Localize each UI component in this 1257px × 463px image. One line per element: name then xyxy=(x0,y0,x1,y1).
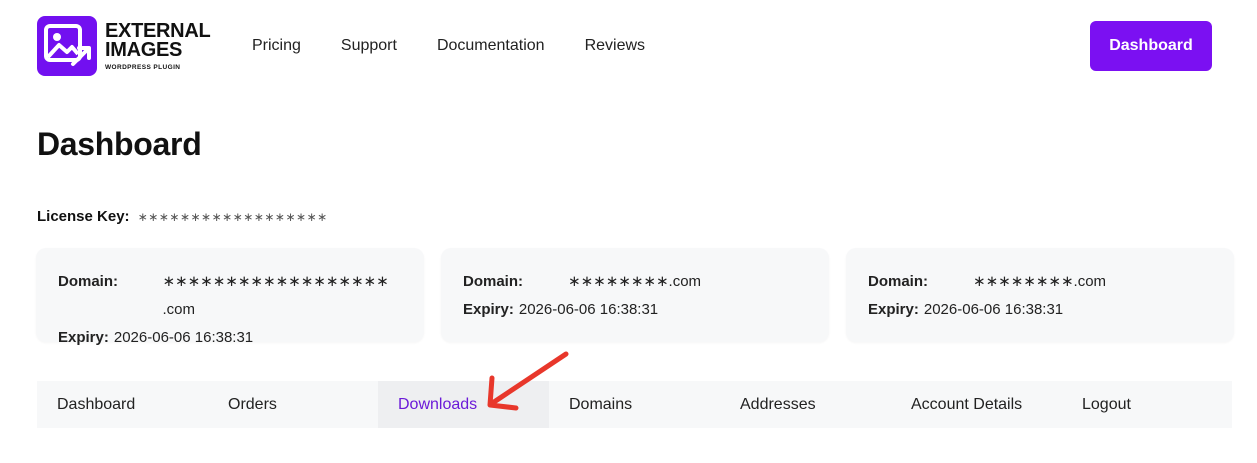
brand-logo[interactable]: EXTERNAL IMAGES WORDPRESS PLUGIN xyxy=(37,16,211,76)
nav-documentation[interactable]: Documentation xyxy=(437,36,545,56)
brand-tagline: WORDPRESS PLUGIN xyxy=(105,63,181,71)
license-key: License Key: ∗∗∗∗∗∗∗∗∗∗∗∗∗∗∗∗∗∗ xyxy=(37,208,328,225)
brand-name-line2: IMAGES xyxy=(105,38,183,61)
domain-cards: Domain: ∗∗∗∗∗∗∗∗∗∗∗∗∗∗∗∗∗∗ .com Expiry: … xyxy=(36,248,1234,346)
account-tabs: Dashboard Orders Downloads Domains Addre… xyxy=(37,381,1232,428)
domain-value: ∗∗∗∗∗∗∗∗.com xyxy=(973,273,1107,290)
license-key-value: ∗∗∗∗∗∗∗∗∗∗∗∗∗∗∗∗∗∗ xyxy=(137,210,328,224)
tab-orders[interactable]: Orders xyxy=(208,381,378,428)
domain-label: Domain: xyxy=(463,273,523,290)
nav-support[interactable]: Support xyxy=(341,36,397,56)
domain-card: Domain: ∗∗∗∗∗∗∗∗.com Expiry: 2026-06-06 … xyxy=(441,248,829,342)
image-arrow-icon xyxy=(37,16,97,76)
brand-name-line1: EXTERNAL xyxy=(105,19,211,42)
domain-value: ∗∗∗∗∗∗∗∗.com xyxy=(568,273,702,290)
nav-reviews[interactable]: Reviews xyxy=(585,36,645,56)
nav-pricing[interactable]: Pricing xyxy=(252,36,301,56)
tab-account-details[interactable]: Account Details xyxy=(891,381,1062,428)
dashboard-button[interactable]: Dashboard xyxy=(1090,21,1212,71)
annotation-arrow-icon xyxy=(487,351,569,411)
expiry-value: 2026-06-06 16:38:31 xyxy=(923,301,1064,318)
tab-addresses[interactable]: Addresses xyxy=(720,381,891,428)
page-title: Dashboard xyxy=(37,126,202,162)
expiry-label: Expiry: xyxy=(868,301,919,318)
license-key-label: License Key: xyxy=(37,208,130,225)
main-nav: Pricing Support Documentation Reviews xyxy=(252,36,685,56)
expiry-value: 2026-06-06 16:38:31 xyxy=(518,301,659,318)
tab-dashboard[interactable]: Dashboard xyxy=(37,381,208,428)
domain-card: Domain: ∗∗∗∗∗∗∗∗∗∗∗∗∗∗∗∗∗∗ .com Expiry: … xyxy=(36,248,424,346)
domain-value: ∗∗∗∗∗∗∗∗∗∗∗∗∗∗∗∗∗∗ .com xyxy=(162,273,389,318)
expiry-label: Expiry: xyxy=(58,329,109,346)
tab-logout[interactable]: Logout xyxy=(1062,381,1212,428)
domain-card: Domain: ∗∗∗∗∗∗∗∗.com Expiry: 2026-06-06 … xyxy=(846,248,1234,342)
expiry-label: Expiry: xyxy=(463,301,514,318)
domain-label: Domain: xyxy=(868,273,928,290)
domain-label: Domain: xyxy=(58,273,118,290)
expiry-value: 2026-06-06 16:38:31 xyxy=(113,329,254,346)
